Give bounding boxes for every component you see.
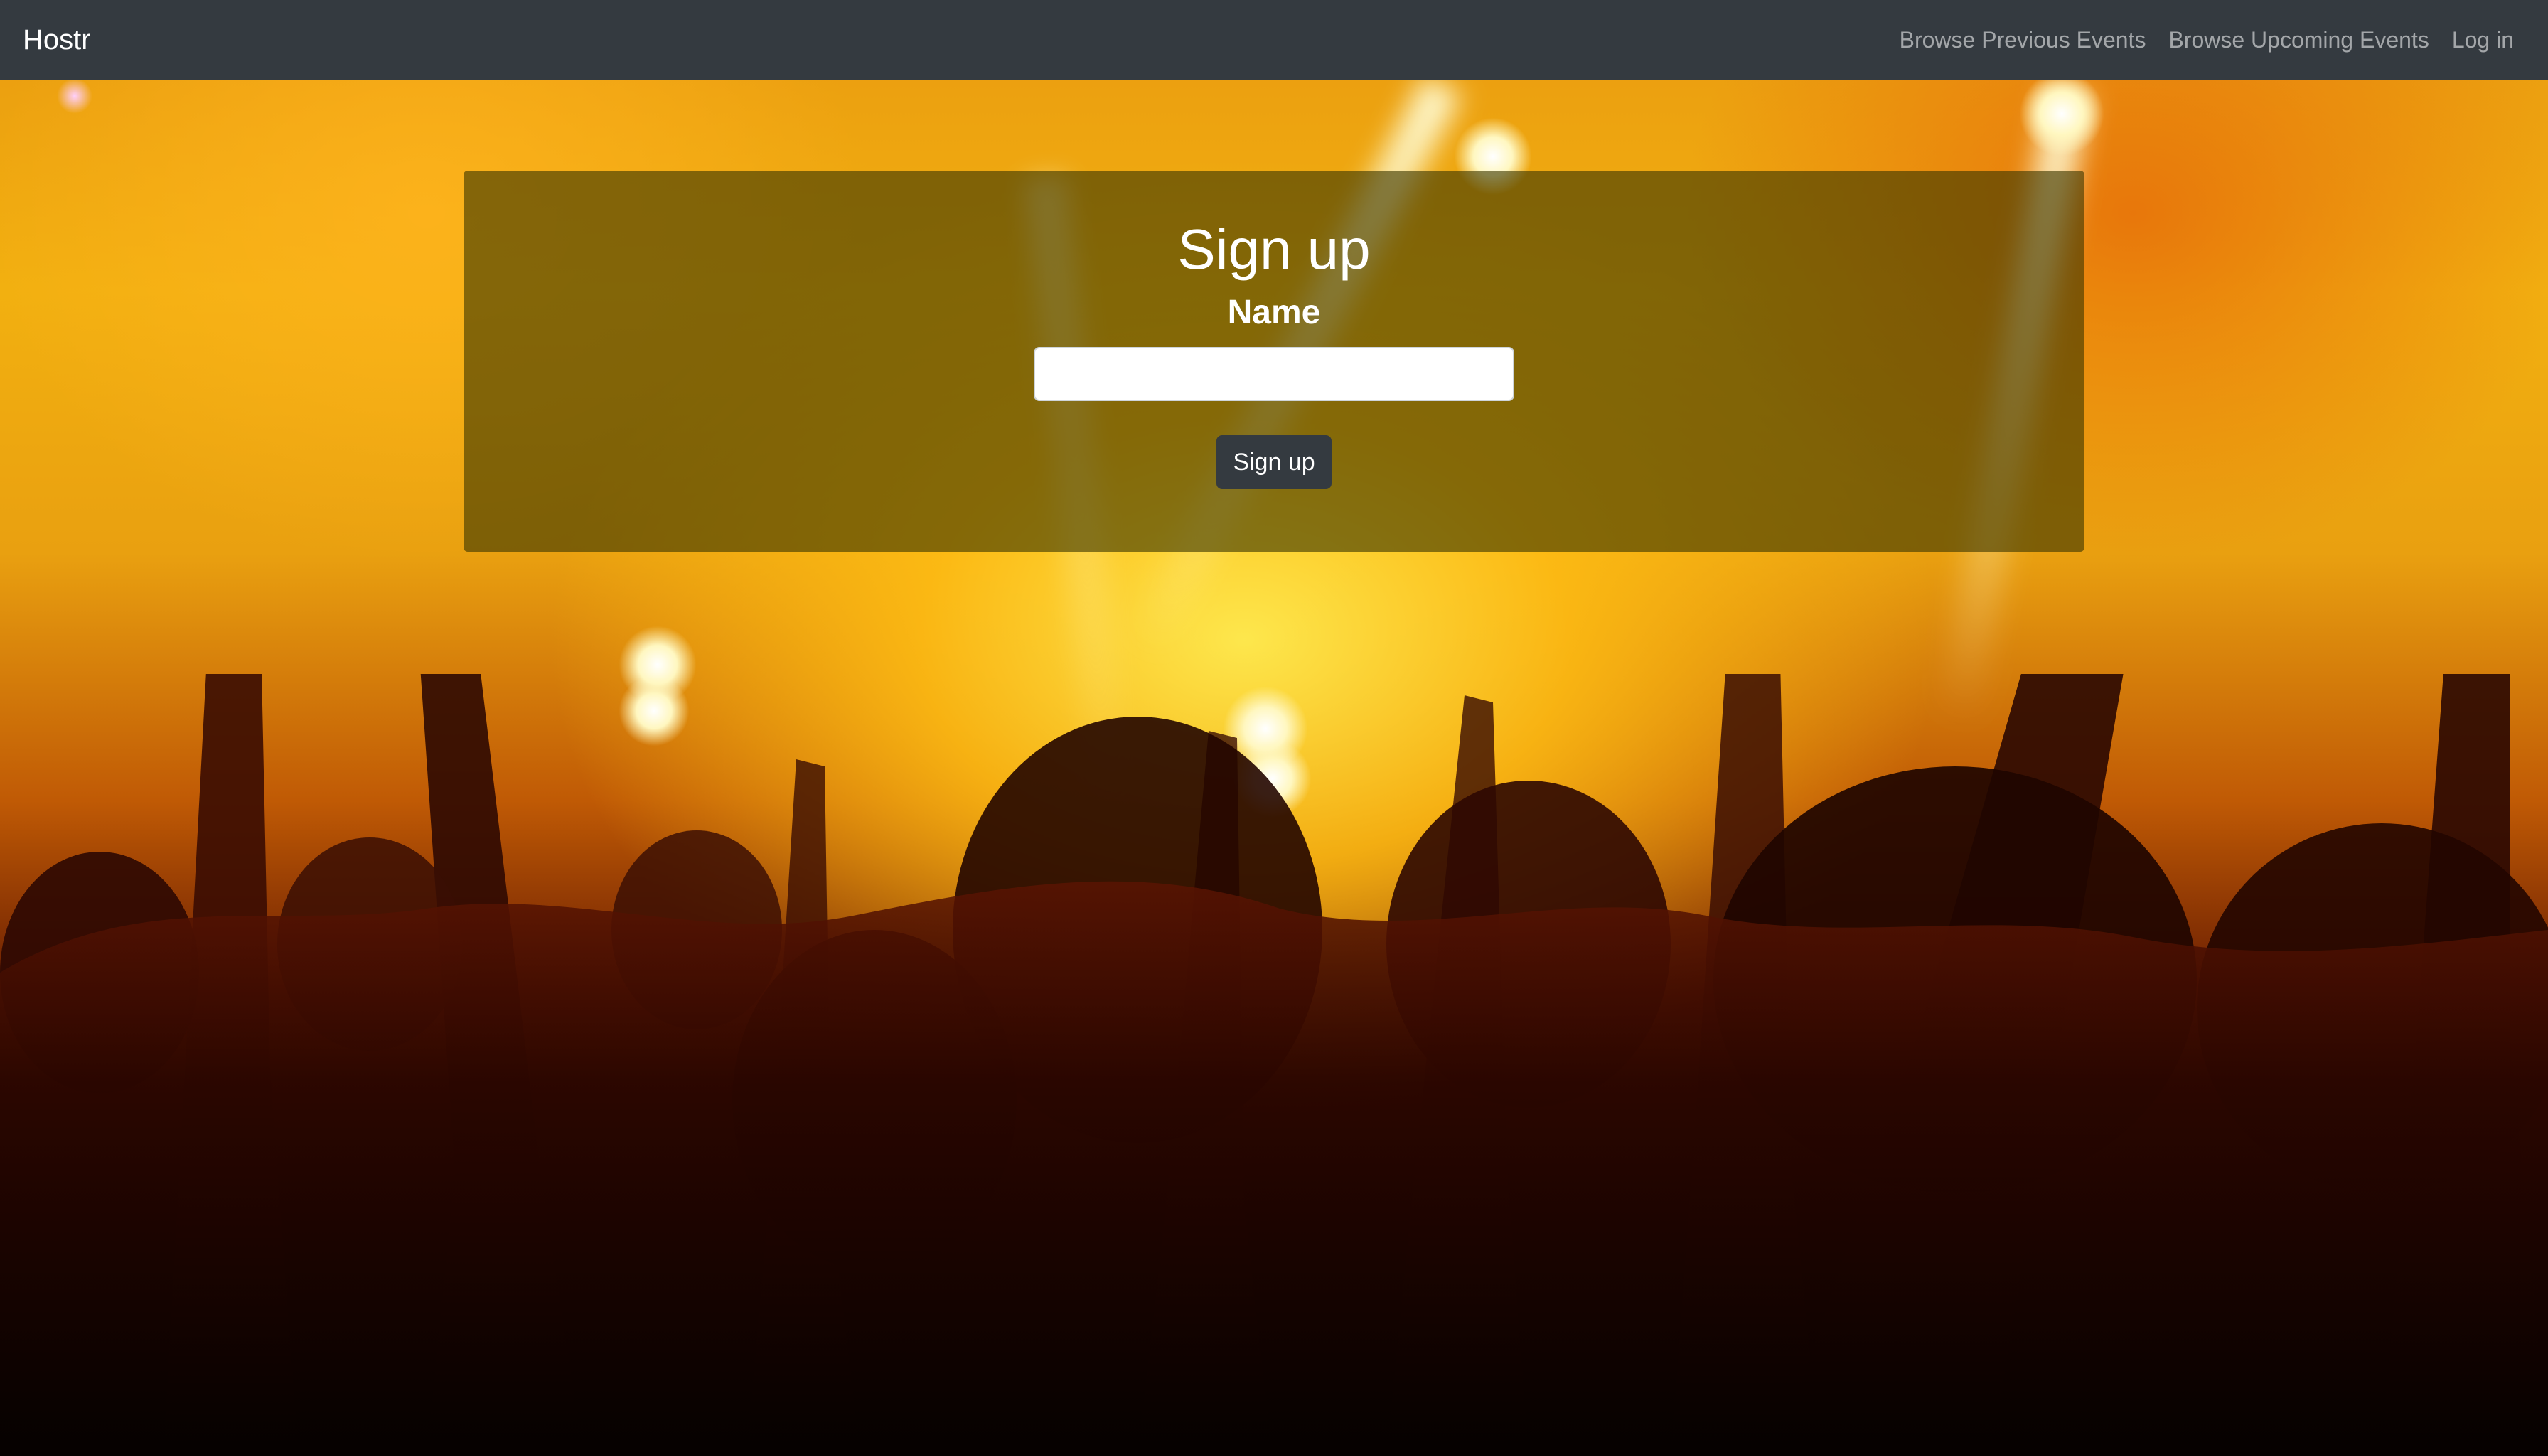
stage-spotlight: [2019, 71, 2104, 156]
stage-spotlight: [57, 78, 92, 114]
nav-links: Browse Previous Events Browse Upcoming E…: [1900, 27, 2514, 53]
top-navbar: Hostr Browse Previous Events Browse Upco…: [0, 0, 2548, 80]
brand-logo-link[interactable]: Hostr: [23, 24, 91, 56]
page: Hostr Browse Previous Events Browse Upco…: [0, 0, 2548, 1456]
nav-link-browse-previous-events[interactable]: Browse Previous Events: [1900, 27, 2146, 53]
signup-button[interactable]: Sign up: [1216, 435, 1332, 489]
name-label: Name: [1227, 294, 1321, 331]
nav-link-log-in[interactable]: Log in: [2452, 27, 2514, 53]
signup-panel: Sign up Name Sign up: [464, 171, 2084, 552]
name-input[interactable]: [1034, 347, 1514, 401]
crowd-silhouette: [0, 674, 2548, 1456]
nav-link-browse-upcoming-events[interactable]: Browse Upcoming Events: [2168, 27, 2429, 53]
page-title: Sign up: [1177, 218, 1371, 281]
